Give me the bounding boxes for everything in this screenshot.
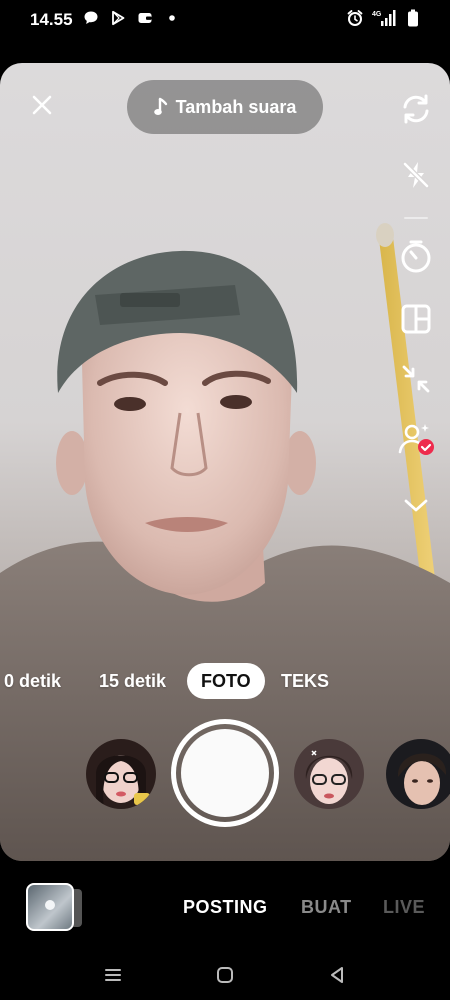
capture-mode-selector: 0 detik 15 detik FOTO TEKS (0, 663, 450, 703)
close-button[interactable] (26, 89, 58, 121)
effect-thumbnail[interactable] (86, 739, 156, 809)
4g-signal-icon: 4G (372, 9, 396, 27)
close-icon (32, 95, 52, 115)
status-notification-icons (82, 9, 181, 27)
flash-off-icon (402, 161, 430, 189)
status-time: 14.55 (30, 10, 73, 29)
camera-viewport[interactable]: Tambah suara 0 detik 15 detik FOTO TEKS (0, 63, 450, 861)
back-icon (331, 967, 343, 983)
flash-button[interactable] (394, 153, 438, 197)
home-button[interactable] (211, 961, 239, 989)
effect-thumbnail[interactable] (386, 739, 450, 809)
network-type-label: 4G (372, 11, 382, 18)
effect-thumbnail[interactable] (294, 739, 364, 809)
flip-camera-button[interactable] (394, 87, 438, 131)
gallery-thumbnail-image (45, 900, 55, 910)
home-icon (217, 967, 233, 983)
collapse-button[interactable] (394, 357, 438, 401)
beauty-button[interactable] (394, 417, 438, 461)
add-sound-label: Tambah suara (175, 96, 297, 117)
status-system-icons: 4G (346, 9, 422, 27)
status-bar: 14.55 4G (0, 0, 450, 40)
nav-buat[interactable]: BUAT (301, 897, 352, 918)
music-note-icon (153, 97, 167, 115)
beauty-check-icon (398, 424, 434, 455)
timer-icon (401, 240, 431, 273)
dot-icon (163, 9, 181, 27)
flip-camera-icon (403, 94, 429, 124)
layout-button[interactable] (394, 297, 438, 341)
timer-button[interactable] (394, 235, 438, 279)
gallery-button[interactable] (26, 883, 74, 931)
bottom-navigation: POSTING BUAT LIVE (0, 861, 450, 951)
layout-icon (401, 304, 431, 334)
mode-foto[interactable]: FOTO (187, 663, 265, 699)
recent-apps-icon (105, 969, 121, 981)
effect-glasses-girl-2 (294, 739, 364, 809)
mode-15-detik[interactable]: 15 detik (99, 663, 166, 699)
shutter-button[interactable] (171, 719, 279, 827)
shutter-inner (181, 729, 269, 817)
more-tools-button[interactable] (394, 483, 438, 527)
chat-bubble-icon (82, 9, 100, 27)
alarm-icon (346, 9, 364, 27)
mode-0-detik[interactable]: 0 detik (4, 663, 61, 699)
play-store-icon (109, 9, 127, 27)
effect-glasses-girl (86, 739, 156, 809)
battery-icon (404, 9, 422, 27)
collapse-icon (402, 365, 430, 393)
mode-teks[interactable]: TEKS (281, 663, 329, 699)
nav-live[interactable]: LIVE (383, 897, 425, 918)
system-navigation-bar (0, 951, 450, 1000)
add-sound-button[interactable]: Tambah suara (127, 80, 323, 134)
tool-divider (404, 217, 428, 219)
nav-posting[interactable]: POSTING (183, 897, 268, 918)
chevron-down-icon (404, 499, 428, 512)
effect-boy-portrait (386, 739, 450, 809)
wallet-icon (136, 9, 154, 27)
recent-apps-button[interactable] (99, 961, 127, 989)
back-button[interactable] (323, 961, 351, 989)
